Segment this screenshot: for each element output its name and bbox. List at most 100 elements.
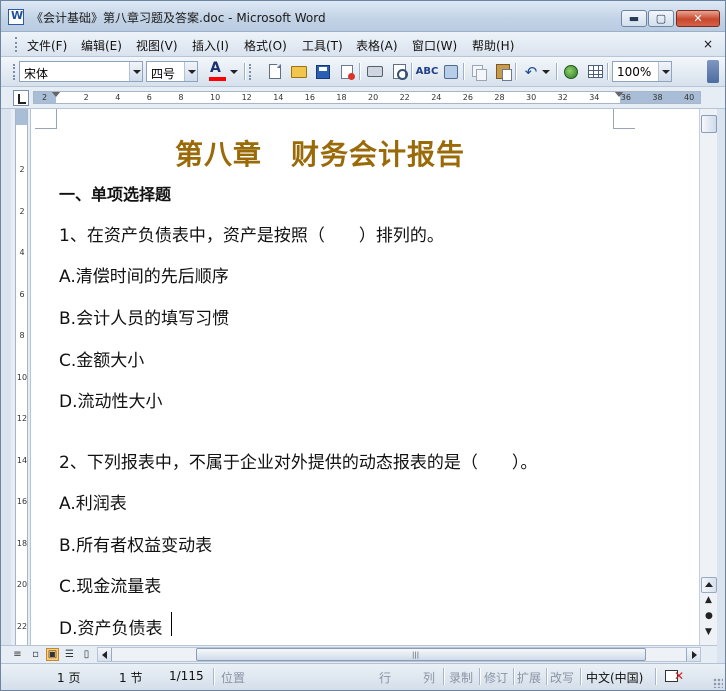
status-line: 行: [379, 671, 392, 685]
undo-dropdown[interactable]: [541, 62, 551, 81]
close-button[interactable]: ✕: [676, 10, 720, 27]
menu-bar-grip[interactable]: [15, 37, 18, 52]
toolbar-separator: [556, 63, 557, 80]
maximize-icon: ▢: [655, 12, 667, 25]
toolbar-grip[interactable]: [13, 64, 16, 80]
research-button[interactable]: [441, 62, 461, 81]
menu-format[interactable]: 格式(O): [244, 37, 287, 54]
menu-file[interactable]: 文件(F): [27, 37, 67, 54]
status-extend-toggle[interactable]: 扩展: [517, 669, 541, 686]
new-document-button[interactable]: [265, 62, 285, 81]
vertical-ruler: 224681012141618202224: [11, 109, 31, 672]
reading-layout-icon[interactable]: ▯: [80, 648, 93, 661]
view-and-hscroll-bar: ≡ ▫ ▣ ☰ ▯ |||: [1, 645, 717, 663]
spelling-status-icon[interactable]: ✕: [663, 668, 685, 685]
print-layout-icon[interactable]: ▣: [46, 648, 59, 661]
normal-view-icon[interactable]: ≡: [11, 648, 24, 661]
vertical-scroll-thumb[interactable]: [701, 115, 717, 133]
vertical-ruler-number: 10: [16, 372, 28, 382]
status-separator: [580, 668, 581, 685]
horizontal-scrollbar[interactable]: |||: [97, 647, 701, 662]
paste-icon: [496, 64, 512, 81]
previous-page-icon[interactable]: ▲: [705, 595, 712, 605]
outline-view-icon[interactable]: ☰: [63, 648, 76, 661]
first-line-indent-marker[interactable]: [51, 92, 61, 97]
ruler-number: 36: [620, 93, 631, 102]
menu-view[interactable]: 视图(V): [136, 37, 178, 54]
title-bar[interactable]: 《会计基础》第八章习题及答案.doc - Microsoft Word ▬ ▢ …: [1, 1, 725, 32]
ruler-track[interactable]: 2 2 4 6 8 10 12 14 16 18 20 22 24 26 28 30 32 34 36 38 40: [33, 91, 701, 104]
vertical-ruler-number: 4: [19, 248, 25, 257]
ruler-number: 6: [146, 93, 152, 102]
save-button[interactable]: [313, 62, 333, 81]
scroll-up-button[interactable]: [701, 577, 717, 593]
new-document-icon: [269, 64, 281, 79]
font-color-button[interactable]: A: [207, 60, 229, 82]
horizontal-scroll-thumb[interactable]: |||: [196, 648, 646, 661]
status-separator: [513, 668, 514, 685]
copy-button[interactable]: [469, 62, 489, 81]
maximize-button[interactable]: ▢: [648, 10, 674, 27]
word-app-icon[interactable]: [8, 9, 24, 25]
menu-window[interactable]: 窗口(W): [412, 37, 457, 54]
print-button[interactable]: [365, 62, 385, 81]
insert-table-button[interactable]: [585, 62, 605, 81]
hyperlink-button[interactable]: [561, 62, 581, 81]
print-preview-icon: [392, 64, 408, 80]
menu-edit[interactable]: 编辑(E): [81, 37, 122, 54]
browse-object-icon[interactable]: ●: [705, 611, 713, 621]
vertical-ruler-number: 2: [19, 206, 25, 216]
status-separator: [213, 668, 214, 685]
open-button[interactable]: [289, 62, 309, 81]
scroll-right-button[interactable]: [686, 648, 700, 661]
paragraph: 2、下列报表中，不属于企业对外提供的动态报表的是（ ）。: [59, 453, 538, 473]
toolbar-grip[interactable]: [249, 64, 252, 80]
font-color-icon: A: [210, 60, 221, 76]
page-corner-mark: [35, 109, 57, 129]
toolbar-separator: [515, 63, 516, 80]
vertical-ruler-number: 16: [16, 497, 28, 506]
paragraph: A.利润表: [59, 494, 127, 514]
menu-table[interactable]: 表格(A): [356, 37, 398, 54]
vertical-scrollbar[interactable]: ▲ ● ▼: [699, 109, 717, 645]
minimize-button[interactable]: ▬: [621, 10, 647, 27]
toolbar-options-button[interactable]: [707, 60, 719, 83]
chevron-down-icon[interactable]: [129, 62, 142, 81]
open-folder-icon: [291, 65, 307, 78]
undo-button[interactable]: ↶: [521, 62, 541, 81]
chevron-down-icon[interactable]: [658, 62, 671, 81]
document-page[interactable]: 第八章 财务会计报告 一、单项选择题 1、在资产负债表中，资产是按照（ ）排列的…: [31, 109, 699, 645]
vertical-ruler-number: 14: [16, 455, 28, 465]
scroll-left-button[interactable]: [98, 648, 112, 661]
resize-grip-icon[interactable]: [713, 678, 723, 688]
status-record-toggle[interactable]: 录制: [449, 669, 473, 686]
paragraph: A.清偿时间的先后顺序: [59, 267, 229, 287]
status-bar: 1 页 1 节 1/115 位置 行 列 录制 修订 扩展 改写 中文(中国) …: [1, 663, 725, 690]
font-size-combo[interactable]: 四号: [146, 61, 198, 82]
menu-insert[interactable]: 插入(I): [192, 37, 229, 54]
chevron-down-icon[interactable]: [184, 62, 197, 81]
zoom-combo[interactable]: 100%: [612, 61, 672, 82]
undo-icon: ↶: [524, 62, 538, 81]
menu-help[interactable]: 帮助(H): [472, 37, 514, 54]
web-layout-icon[interactable]: ▫: [29, 648, 42, 661]
chevron-left-icon: [102, 651, 107, 659]
ruler-number: 26: [462, 93, 473, 102]
status-separator: [443, 668, 444, 685]
status-separator: [546, 668, 547, 685]
spelling-button[interactable]: ABC: [416, 62, 439, 81]
permission-button[interactable]: [337, 62, 357, 81]
next-page-icon[interactable]: ▼: [705, 627, 712, 637]
print-preview-button[interactable]: [389, 62, 409, 81]
tab-stop-selector[interactable]: [13, 90, 29, 106]
status-track-changes-toggle[interactable]: 修订: [484, 669, 508, 686]
permission-icon: [341, 64, 355, 80]
vertical-ruler-track[interactable]: 224681012141618202224: [15, 109, 28, 672]
font-color-dropdown[interactable]: [229, 62, 239, 81]
close-document-icon[interactable]: ×: [703, 37, 713, 51]
paste-button[interactable]: [493, 62, 513, 81]
font-name-combo[interactable]: 宋体: [19, 61, 143, 82]
status-language[interactable]: 中文(中国): [586, 669, 643, 686]
menu-tools[interactable]: 工具(T): [302, 37, 343, 54]
status-overtype-toggle[interactable]: 改写: [550, 669, 574, 686]
